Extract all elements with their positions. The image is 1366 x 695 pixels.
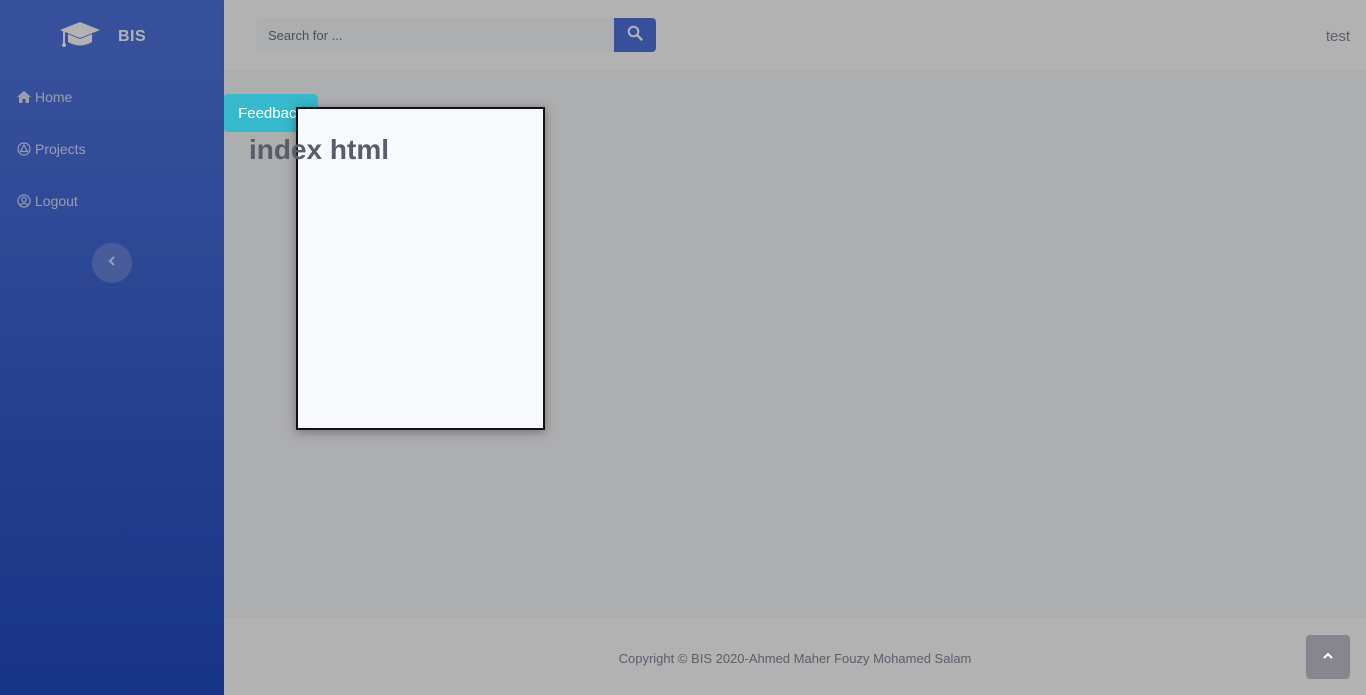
chevron-up-icon (1322, 648, 1334, 666)
modal-backdrop[interactable] (0, 0, 1366, 695)
page-title: index html (249, 134, 390, 165)
scroll-to-top-button[interactable] (1306, 635, 1350, 679)
